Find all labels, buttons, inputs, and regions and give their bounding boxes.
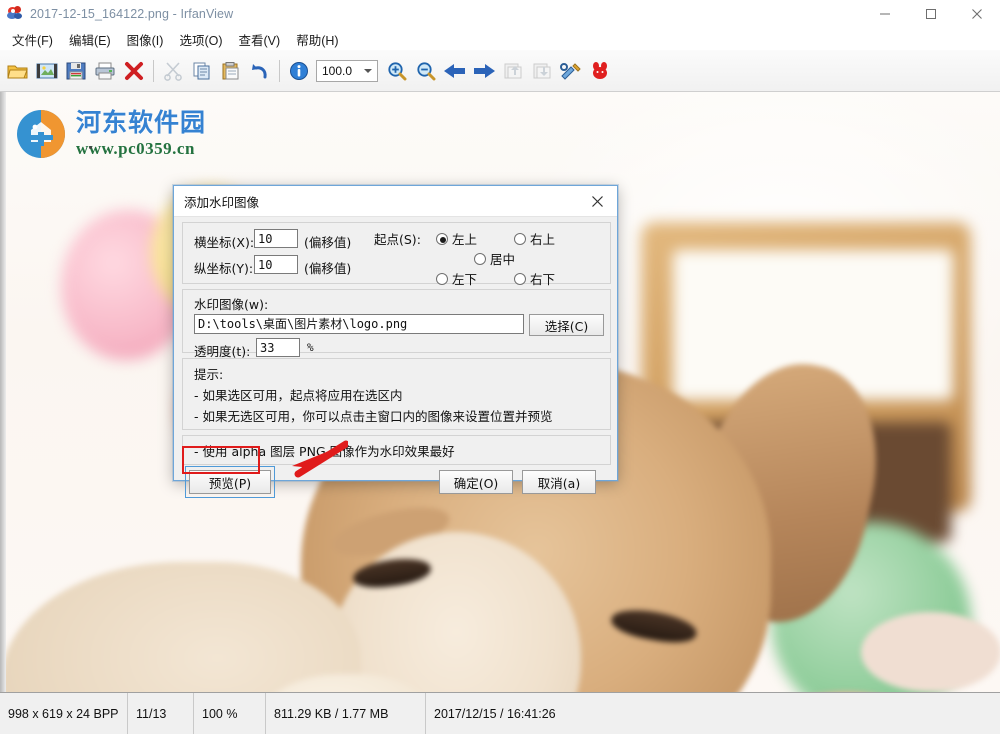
- toolbar-separator: [279, 59, 280, 82]
- image-index: 11/13: [128, 693, 194, 734]
- radio-dot: [436, 232, 448, 245]
- origin-option-bottom-right[interactable]: 右下: [514, 269, 555, 288]
- hint-line-1: - 如果选区可用，起点将应用在选区内: [194, 388, 403, 403]
- menu-view[interactable]: 查看(V): [231, 28, 289, 51]
- menu-options[interactable]: 选项(O): [171, 28, 230, 51]
- irfanview-window: 2017-12-15_164122.png - IrfanView 文件(F) …: [0, 0, 1000, 734]
- file-datetime: 2017/12/15 / 16:41:26: [434, 706, 556, 721]
- window-controls: [862, 0, 1000, 28]
- menu-file[interactable]: 文件(F): [4, 28, 61, 51]
- next-icon[interactable]: [470, 56, 498, 86]
- x-coord-input[interactable]: 10: [254, 229, 298, 248]
- dialog-title: 添加水印图像: [184, 195, 260, 210]
- status-bar: 998 x 619 x 24 BPP 11/13 100 % 811.29 KB…: [0, 692, 1000, 734]
- toolbar: 100.0: [0, 50, 1000, 92]
- origin-option-label: 左下: [452, 272, 478, 287]
- watermark-site-url: www.pc0359.cn: [76, 138, 195, 158]
- dialog-title-bar: 添加水印图像: [174, 186, 617, 217]
- watermark-site-name: 河东软件园: [76, 108, 207, 138]
- watermark-path-input[interactable]: D:\tools\桌面\图片素材\logo.png: [194, 314, 524, 334]
- opacity-input[interactable]: 33: [256, 338, 300, 357]
- undo-icon[interactable]: [246, 56, 274, 86]
- zoom-combo[interactable]: 100.0: [316, 59, 378, 82]
- irfanview-icon: [6, 5, 24, 22]
- y-coord-input[interactable]: 10: [254, 255, 298, 274]
- canvas-left-border: [0, 92, 6, 692]
- hint-line-2: - 如果无选区可用，你可以点击主窗口内的图像来设置位置并预览: [194, 409, 553, 424]
- origin-option-label: 右下: [530, 272, 556, 287]
- last-page-icon[interactable]: [528, 56, 556, 86]
- cut-icon[interactable]: [159, 56, 187, 86]
- x-coord-suffix: (偏移值): [304, 235, 352, 250]
- paste-icon[interactable]: [217, 56, 245, 86]
- previous-icon[interactable]: [441, 56, 469, 86]
- ok-button[interactable]: 确定(O): [439, 470, 513, 494]
- cursor-dot: [89, 146, 92, 149]
- choose-file-button[interactable]: 选择(C): [529, 314, 604, 336]
- y-coord-suffix: (偏移值): [304, 261, 352, 276]
- watermark-file-label: 水印图像(w):: [194, 297, 269, 312]
- close-icon[interactable]: [954, 0, 1000, 28]
- origin-option-top-right[interactable]: 右上: [514, 229, 555, 248]
- print-icon[interactable]: [91, 56, 119, 86]
- origin-label: 起点(S):: [374, 232, 421, 247]
- image-dimensions: 998 x 619 x 24 BPP: [0, 693, 128, 734]
- save-icon[interactable]: [62, 56, 90, 86]
- origin-option-center[interactable]: 居中: [474, 249, 515, 268]
- info-icon[interactable]: [285, 56, 313, 86]
- first-page-icon[interactable]: [499, 56, 527, 86]
- menu-bar: 文件(F) 编辑(E) 图像(I) 选项(O) 查看(V) 帮助(H): [0, 28, 1000, 50]
- hint-title: 提示:: [194, 367, 224, 382]
- close-icon[interactable]: [577, 186, 617, 216]
- settings-icon[interactable]: [557, 56, 585, 86]
- radio-dot: [474, 252, 486, 265]
- zoom-in-icon[interactable]: [383, 56, 411, 86]
- toolbar-separator: [153, 59, 154, 82]
- zoom-value: 100.0: [322, 63, 353, 78]
- cancel-button[interactable]: 取消(a): [522, 470, 596, 494]
- radio-dot: [514, 272, 526, 285]
- file-size: 811.29 KB / 1.77 MB: [266, 693, 426, 734]
- origin-option-label: 居中: [490, 252, 516, 267]
- minimize-icon[interactable]: [862, 0, 908, 28]
- hedong-logo-icon: [15, 108, 67, 160]
- menu-edit[interactable]: 编辑(E): [61, 28, 119, 51]
- add-watermark-dialog: 添加水印图像 横坐标(X): 10 (偏移值) 纵坐标(Y): 10 (偏移值)…: [173, 185, 618, 498]
- origin-option-bottom-left[interactable]: 左下: [436, 269, 477, 288]
- zoom-out-icon[interactable]: [412, 56, 440, 86]
- radio-dot: [436, 272, 448, 285]
- title-bar: 2017-12-15_164122.png - IrfanView: [0, 0, 1000, 28]
- thumbnails-icon[interactable]: [33, 56, 61, 86]
- zoom-percent: 100 %: [194, 693, 266, 734]
- site-watermark: 河东软件园 www.pc0359.cn: [15, 108, 206, 160]
- delete-icon[interactable]: [120, 56, 148, 86]
- origin-option-label: 右上: [530, 232, 556, 247]
- y-coord-label: 纵坐标(Y):: [194, 261, 254, 276]
- origin-option-top-left[interactable]: 左上: [436, 229, 477, 248]
- x-coord-label: 横坐标(X):: [194, 235, 255, 250]
- preview-button[interactable]: 预览(P): [189, 470, 271, 494]
- open-folder-icon[interactable]: [4, 56, 32, 86]
- alpha-note: - 使用 alpha 图层 PNG 图像作为水印效果最好: [194, 444, 455, 459]
- maximize-icon[interactable]: [908, 0, 954, 28]
- menu-help[interactable]: 帮助(H): [288, 28, 346, 51]
- menu-image[interactable]: 图像(I): [119, 28, 172, 51]
- window-title: 2017-12-15_164122.png - IrfanView: [30, 6, 234, 21]
- origin-option-label: 左上: [452, 232, 478, 247]
- copy-icon[interactable]: [188, 56, 216, 86]
- opacity-unit: %: [307, 341, 314, 354]
- irfanview-logo-icon[interactable]: [586, 56, 614, 86]
- radio-dot: [514, 232, 526, 245]
- chevron-down-icon[interactable]: [364, 68, 372, 73]
